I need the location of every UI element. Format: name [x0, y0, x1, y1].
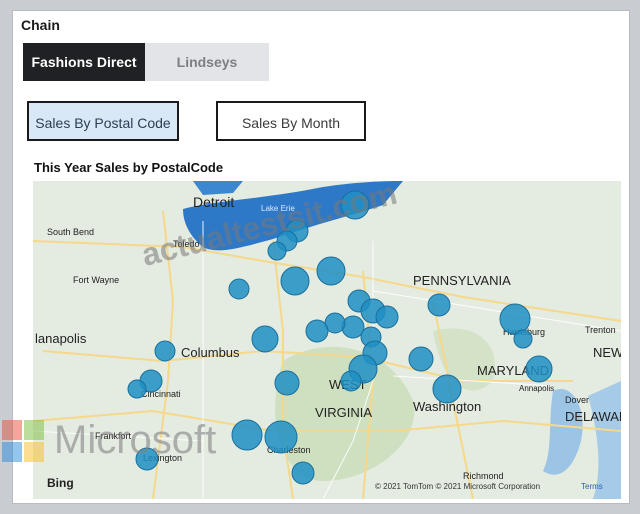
label-south-bend: South Bend	[47, 227, 94, 237]
bubble-30[interactable]	[264, 420, 298, 454]
sales-by-month-button[interactable]: Sales By Month	[216, 101, 366, 141]
bubble-23[interactable]	[427, 293, 451, 317]
label-fort-wayne: Fort Wayne	[73, 275, 119, 285]
chain-option-fashions-direct[interactable]: Fashions Direct	[23, 43, 145, 81]
label-delaware: DELAWAR	[565, 409, 621, 424]
bubble-11[interactable]	[341, 315, 365, 339]
sales-by-postal-code-button[interactable]: Sales By Postal Code	[27, 101, 179, 141]
bubble-27[interactable]	[432, 374, 462, 404]
label-annapolis: Annapolis	[519, 384, 554, 393]
bubble-18[interactable]	[251, 325, 279, 353]
bubble-5[interactable]	[280, 266, 310, 296]
bubble-19[interactable]	[154, 340, 176, 362]
label-columbus: Columbus	[181, 345, 240, 360]
label-indianapolis: lanapolis	[35, 331, 87, 346]
label-richmond: Richmond	[463, 471, 504, 481]
microsoft-watermark: Microsoft	[2, 418, 216, 463]
bubble-28[interactable]	[525, 355, 553, 383]
chain-option-lindseys[interactable]: Lindseys	[145, 43, 269, 81]
map-attribution: © 2021 TomTom © 2021 Microsoft Corporati…	[375, 482, 540, 491]
label-pennsylvania: PENNSYLVANIA	[413, 273, 511, 288]
bubble-13[interactable]	[305, 319, 329, 343]
terms-link[interactable]: Terms	[581, 482, 603, 491]
label-virginia: VIRGINIA	[315, 405, 372, 420]
microsoft-watermark-text: Microsoft	[54, 418, 217, 462]
bubble-10[interactable]	[375, 305, 399, 329]
bing-logo: Bing	[47, 476, 74, 490]
microsoft-logo	[2, 419, 44, 462]
bubble-29[interactable]	[231, 419, 263, 451]
label-trenton: Trenton	[585, 325, 616, 335]
bubble-17[interactable]	[340, 370, 362, 392]
bubble-24[interactable]	[499, 303, 531, 335]
label-new: NEW	[593, 345, 621, 360]
bubble-4[interactable]	[267, 241, 287, 261]
label-detroit: Detroit	[193, 194, 234, 210]
map-title: This Year Sales by PostalCode	[34, 160, 224, 175]
bubble-26[interactable]	[408, 346, 434, 372]
bubble-32[interactable]	[291, 461, 315, 485]
label-dover: Dover	[565, 395, 589, 405]
bubble-25[interactable]	[513, 329, 533, 349]
bubble-20[interactable]	[274, 370, 300, 396]
bubble-22[interactable]	[127, 379, 147, 399]
bubble-6[interactable]	[316, 256, 346, 286]
chain-slicer-title: Chain	[21, 17, 60, 33]
bubble-7[interactable]	[228, 278, 250, 300]
